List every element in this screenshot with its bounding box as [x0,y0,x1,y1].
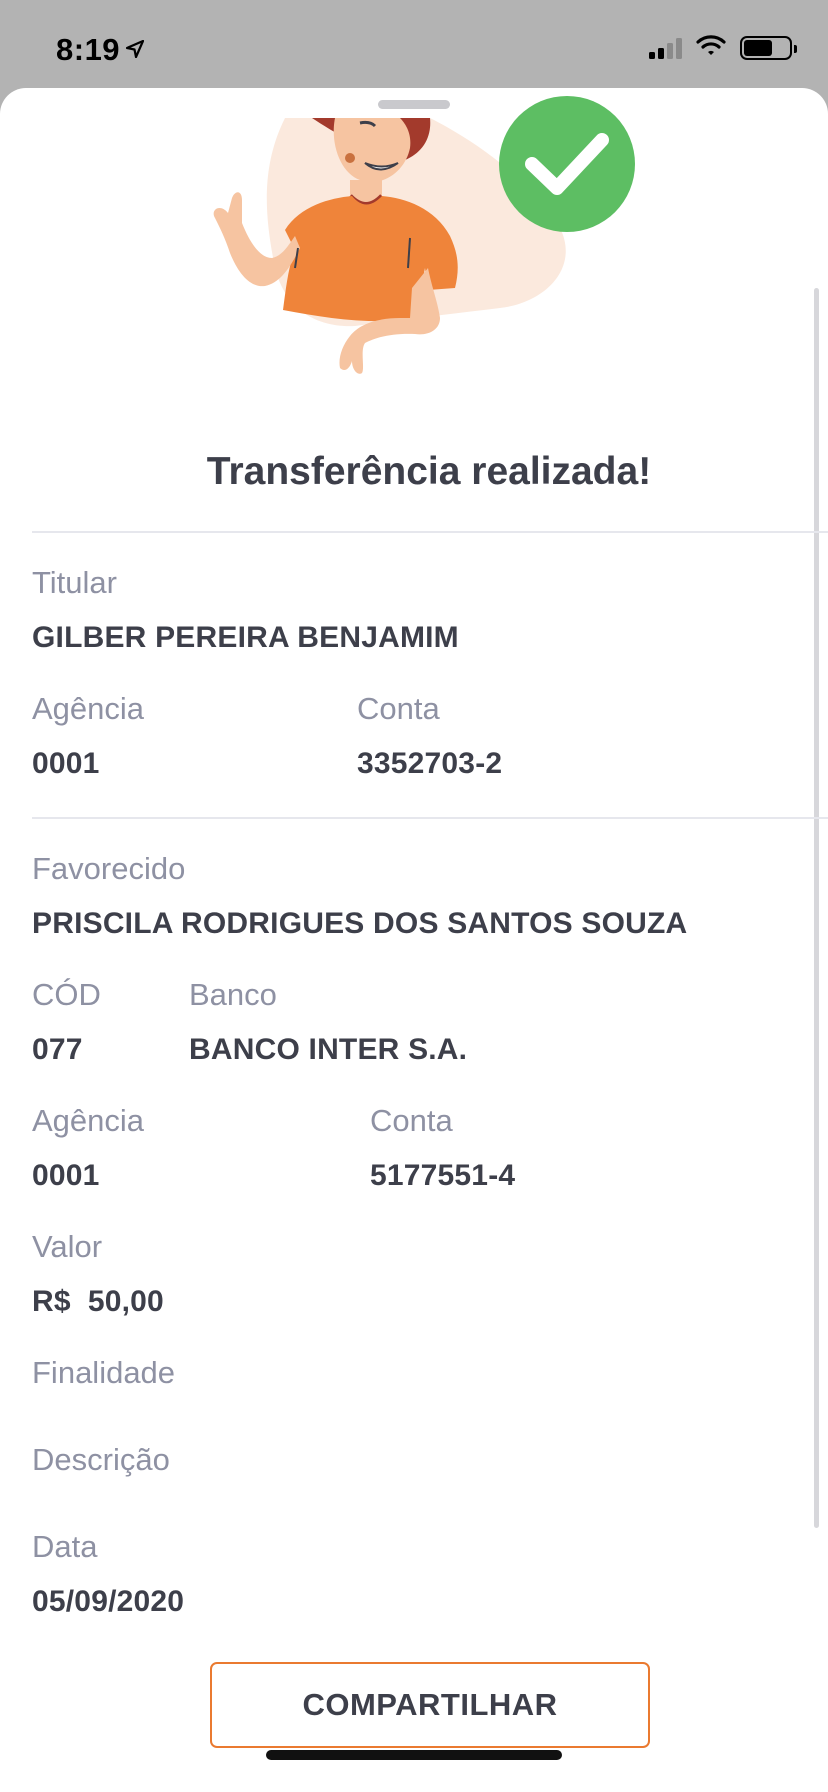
titular-name: GILBER PEREIRA BENJAMIM [32,621,459,654]
home-indicator[interactable] [266,1750,562,1760]
status-time: 8:19 [56,30,145,68]
status-time-text: 8:19 [56,32,121,67]
location-arrow-icon [125,30,145,66]
titular-label: Titular [32,565,117,600]
status-icons [649,34,797,61]
valor-amount: R$ 50,00 [32,1285,164,1318]
favorecido-agencia-value: 0001 [32,1159,100,1192]
favorecido-name: PRISCILA RODRIGUES DOS SANTOS SOUZA [32,907,688,940]
favorecido-label: Favorecido [32,851,186,886]
success-illustration [200,96,640,438]
page-title: Transferência realizada! [206,450,652,493]
favorecido-cod-label: CÓD [32,977,101,1012]
titular-agencia-value: 0001 [32,747,100,780]
valor-label: Valor [32,1229,103,1264]
cellular-signal-icon [649,37,682,59]
favorecido-conta-label: Conta [370,1103,453,1138]
sheet-grabber[interactable] [378,100,450,109]
favorecido-agencia-label: Agência [32,1103,145,1138]
share-button[interactable]: COMPARTILHAR [210,1662,650,1748]
data-label: Data [32,1529,98,1564]
favorecido-banco-label: Banco [189,977,277,1012]
titular-agencia-label: Agência [32,691,145,726]
divider [32,531,828,533]
status-bar: 8:19 [0,0,828,88]
wifi-icon [696,34,726,61]
descricao-label: Descrição [32,1442,170,1477]
favorecido-conta-value: 5177551-4 [370,1159,516,1192]
finalidade-label: Finalidade [32,1355,176,1390]
titular-conta-value: 3352703-2 [357,747,503,780]
checkmark-icon [499,96,635,232]
favorecido-cod-value: 077 [32,1033,83,1066]
favorecido-banco-value: BANCO INTER S.A. [189,1033,468,1066]
data-value: 05/09/2020 [32,1585,185,1618]
battery-icon [740,35,797,60]
receipt-sheet: Transferência realizada! Titular GILBER … [0,88,828,1792]
titular-conta-label: Conta [357,691,440,726]
divider [32,817,828,819]
